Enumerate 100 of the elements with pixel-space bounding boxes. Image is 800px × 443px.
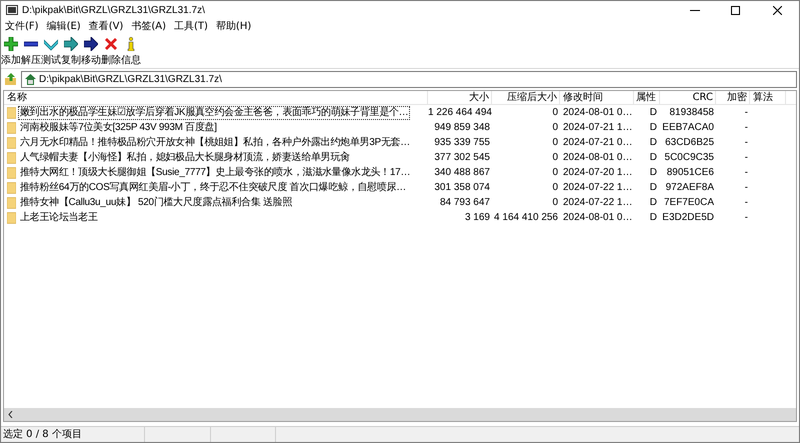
table-cell: 340 488 867	[434, 167, 490, 178]
table-cell: D	[650, 107, 657, 118]
table-cell: 0	[552, 167, 558, 178]
column-header[interactable]: 算法	[750, 91, 786, 104]
folder-icon	[7, 212, 16, 224]
table-cell: D	[650, 182, 657, 193]
menu-item[interactable]: 查看(V)	[84, 20, 128, 34]
window-title: D:\pikpak\Bit\GRZL\GRZL31\GRZL31.7z\	[22, 4, 205, 18]
table-cell: 2024-07-21 0…	[563, 137, 632, 148]
table-cell: 81938458	[670, 107, 714, 118]
column-header[interactable]: 加密	[716, 91, 750, 104]
file-name[interactable]: 推特粉丝64万的COS写真网红美眉-小丁，终于忍不住突破尺度 首次口爆吃鲸，自慰喷尿…	[18, 181, 408, 195]
table-cell: 377 302 545	[434, 152, 490, 163]
table-cell: 3 169	[464, 212, 490, 223]
menu-item[interactable]: 帮助(H)	[212, 20, 256, 34]
table-cell: D	[650, 212, 657, 223]
horizontal-scrollbar[interactable]	[4, 408, 796, 421]
table-cell: -	[744, 152, 748, 163]
toolbar-button[interactable]: 复制	[61, 36, 81, 68]
table-cell: 2024-08-01 0…	[563, 107, 632, 118]
column-header[interactable]: 修改时间	[560, 91, 634, 104]
right-arrow-icon	[64, 37, 78, 51]
table-cell: -	[744, 182, 748, 193]
table-cell: D	[650, 152, 657, 163]
table-cell: 2024-07-20 1…	[563, 167, 632, 178]
file-name[interactable]: 上老王论坛当老王	[18, 211, 100, 225]
table-cell: -	[744, 167, 748, 178]
table-cell: D	[650, 167, 657, 178]
column-header[interactable]: 名称	[4, 91, 428, 104]
folder-icon	[7, 167, 16, 179]
file-name[interactable]: 推特女神【Callu3u_uu妹】 520门槛大尺度露点福利合集 送脸照	[18, 196, 294, 210]
menu-item[interactable]: 书签(A)	[127, 20, 170, 34]
column-header[interactable]: CRC	[660, 91, 716, 104]
table-cell: -	[744, 212, 748, 223]
archive-icon	[25, 74, 36, 84]
table-cell: 63CD6B25	[665, 137, 714, 148]
table-cell: 2024-08-01 0…	[563, 152, 632, 163]
table-cell: D	[650, 197, 657, 208]
table-cell: 949 859 348	[434, 122, 490, 133]
file-name[interactable]: 人气绿帽夫妻【小海怪】私拍，媳妇极品大长腿身材顶流，娇妻送给单男玩肏	[18, 151, 352, 165]
app-icon	[6, 5, 18, 15]
toolbar-button[interactable]: 添加	[1, 36, 21, 68]
toolbar-button[interactable]: 解压	[21, 36, 41, 68]
column-header[interactable]: 大小	[428, 91, 492, 104]
folder-icon	[7, 152, 16, 164]
folder-icon	[7, 182, 16, 194]
close-icon	[772, 6, 782, 14]
table-cell: 5C0C9C35	[664, 152, 714, 163]
table-cell: 2024-07-21 1…	[563, 122, 632, 133]
table-cell: 7EF7E0CA	[664, 197, 714, 208]
folder-icon	[7, 197, 16, 209]
table-cell: -	[744, 197, 748, 208]
toolbar-button[interactable]: 移动	[81, 36, 101, 68]
table-cell: 89051CE6	[666, 167, 714, 178]
plus-icon	[4, 37, 18, 51]
menu-item[interactable]: 工具(T)	[170, 20, 212, 34]
toolbar-button[interactable]: 信息	[121, 36, 141, 68]
file-name[interactable]: 六月无水印精品！推特极品粉穴开放女神【桃姐姐】私拍，各种户外露出约炮单男3P无套…	[18, 136, 412, 150]
table-cell: 2024-08-01 0…	[563, 212, 632, 223]
right-arrow-icon	[84, 37, 98, 51]
table-cell: D	[650, 122, 657, 133]
toolbar-button[interactable]: 测试	[41, 36, 61, 68]
table-cell: 0	[552, 137, 558, 148]
scroll-left-icon[interactable]	[8, 411, 13, 418]
table-cell: 0	[552, 107, 558, 118]
file-name[interactable]: 河南校服妹等7位美女[325P 43V 993M 百度盘]	[18, 121, 219, 135]
close-icon	[104, 37, 118, 51]
folder-icon	[7, 122, 16, 134]
menu-item[interactable]: 编辑(E)	[42, 20, 85, 34]
address-field[interactable]: D:\pikpak\Bit\GRZL\GRZL31\GRZL31.7z\	[21, 70, 797, 88]
column-header[interactable]: 压缩后大小	[492, 91, 560, 104]
table-cell: D	[650, 137, 657, 148]
table-cell: E3D2DE5D	[662, 212, 714, 223]
table-cell: 0	[552, 182, 558, 193]
table-cell: 935 339 755	[434, 137, 490, 148]
table-cell: 972AEF8A	[666, 182, 714, 193]
table-cell: 0	[552, 122, 558, 133]
file-name[interactable]: 推特大网红！顶级大长腿御姐【Susie_7777】史上最夸张的喷水，滋滋水量像水龙头！17…	[18, 166, 412, 180]
table-cell: 1 226 464 494	[428, 107, 492, 118]
check-icon	[44, 37, 58, 51]
table-cell: 0	[552, 197, 558, 208]
status-text: 选定 0 / 8 个项目	[1, 427, 145, 442]
table-cell: -	[744, 107, 748, 118]
table-cell: EEB7ACA0	[662, 122, 714, 133]
maximize-icon	[730, 6, 740, 14]
column-header[interactable]: 属性	[634, 91, 660, 104]
table-cell: 301 358 074	[434, 182, 490, 193]
table-cell: -	[744, 122, 748, 133]
folder-icon	[7, 137, 16, 149]
folder-icon	[7, 107, 16, 119]
table-cell: 4 164 410 256	[494, 212, 558, 223]
table-cell: 2024-07-22 1…	[563, 182, 632, 193]
table-cell: -	[744, 137, 748, 148]
table-cell: 84 793 647	[440, 197, 490, 208]
file-name[interactable]: 嫩到出水的极品学生妹☑放学后穿着JK服真空约会金主爸爸，表面乖巧的萌妹子背里是个…	[18, 106, 410, 120]
menu-item[interactable]: 文件(F)	[1, 20, 43, 34]
table-cell: 2024-07-22 1…	[563, 197, 632, 208]
toolbar-button[interactable]: 删除	[101, 36, 121, 68]
table-cell: 0	[552, 152, 558, 163]
up-folder-button[interactable]	[3, 71, 19, 87]
